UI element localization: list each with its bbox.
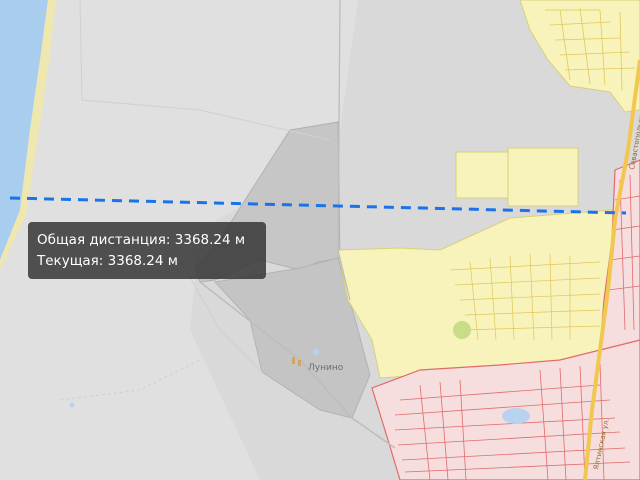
green-patch [453,321,471,339]
village-building-1 [292,357,295,364]
measure-tooltip: Общая дистанция: 3368.24 м Текущая: 3368… [28,222,266,279]
water-dot-2 [69,402,75,408]
total-distance-label: Общая дистанция: 3368.24 м [37,232,246,248]
place-label-lunino: Лунино [308,363,344,373]
farmland-block-2 [507,147,579,207]
pond [502,408,530,424]
village-building-2 [298,360,301,366]
water-dot [313,349,319,355]
farmland-block-1 [455,151,509,199]
current-distance-label: Текущая: 3368.24 м [37,253,178,269]
